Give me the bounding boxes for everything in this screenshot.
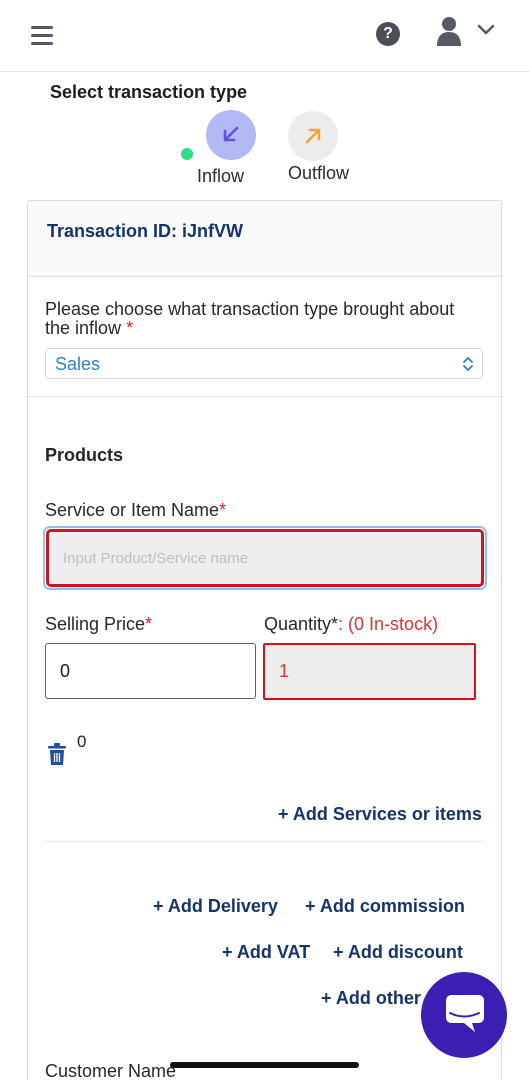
inflow-reason-text: Please choose what transaction type brou… — [45, 299, 455, 338]
selling-price-label: Selling Price* — [45, 614, 152, 635]
add-commission-link[interactable]: + Add commission — [305, 896, 465, 917]
service-name-label: Service or Item Name* — [45, 500, 226, 521]
selected-indicator-dot — [181, 148, 193, 160]
required-mark: * — [145, 614, 153, 634]
user-icon[interactable] — [436, 16, 462, 46]
add-delivery-link[interactable]: + Add Delivery — [153, 896, 278, 917]
chat-button[interactable] — [421, 972, 507, 1058]
arrow-up-right-icon — [305, 128, 321, 144]
customer-name-label: Customer Name — [45, 1061, 177, 1080]
add-other-link[interactable]: + Add other — [321, 988, 421, 1009]
quantity-input[interactable] — [263, 643, 476, 700]
inflow-label[interactable]: Inflow — [197, 166, 244, 187]
inflow-button[interactable] — [206, 110, 256, 160]
top-bar: ? — [0, 0, 529, 72]
outflow-label[interactable]: Outflow — [288, 163, 349, 184]
selling-price-input[interactable] — [45, 643, 256, 699]
products-heading: Products — [45, 445, 124, 465]
arrow-down-left-icon — [223, 126, 239, 142]
required-mark: * — [219, 500, 227, 520]
selling-price-label-text: Selling Price — [45, 614, 146, 634]
line-total: 0 — [77, 732, 87, 751]
service-name-label-text: Service or Item Name — [45, 500, 220, 520]
transaction-type-title: Select transaction type — [50, 82, 248, 102]
inflow-reason-label: Please choose what transaction type brou… — [45, 300, 475, 338]
outflow-button[interactable] — [288, 111, 338, 161]
trash-icon[interactable] — [47, 742, 67, 766]
quantity-label: Quantity*: (0 In-stock) — [264, 614, 438, 635]
question-circle-icon[interactable]: ? — [376, 22, 400, 46]
quantity-label-text: Quantity* — [264, 614, 339, 634]
add-services-items-link[interactable]: + Add Services or items — [278, 804, 482, 825]
service-name-input[interactable] — [46, 529, 484, 587]
inflow-reason-select[interactable]: Sales — [45, 348, 483, 379]
select-arrows-icon — [463, 357, 473, 371]
section-divider — [45, 841, 483, 842]
inflow-reason-value: Sales — [55, 354, 101, 374]
add-discount-link[interactable]: + Add discount — [333, 942, 463, 963]
chat-bubble-icon — [446, 995, 484, 1032]
chevron-down-icon[interactable] — [476, 23, 496, 37]
transaction-id: Transaction ID: iJnfVW — [47, 221, 244, 241]
required-mark: * — [126, 318, 134, 338]
home-indicator — [170, 1062, 359, 1068]
hamburger-icon[interactable] — [31, 26, 53, 46]
section-divider — [28, 396, 501, 397]
quantity-stock-text: : (0 In-stock) — [338, 614, 439, 634]
add-vat-link[interactable]: + Add VAT — [222, 942, 310, 963]
